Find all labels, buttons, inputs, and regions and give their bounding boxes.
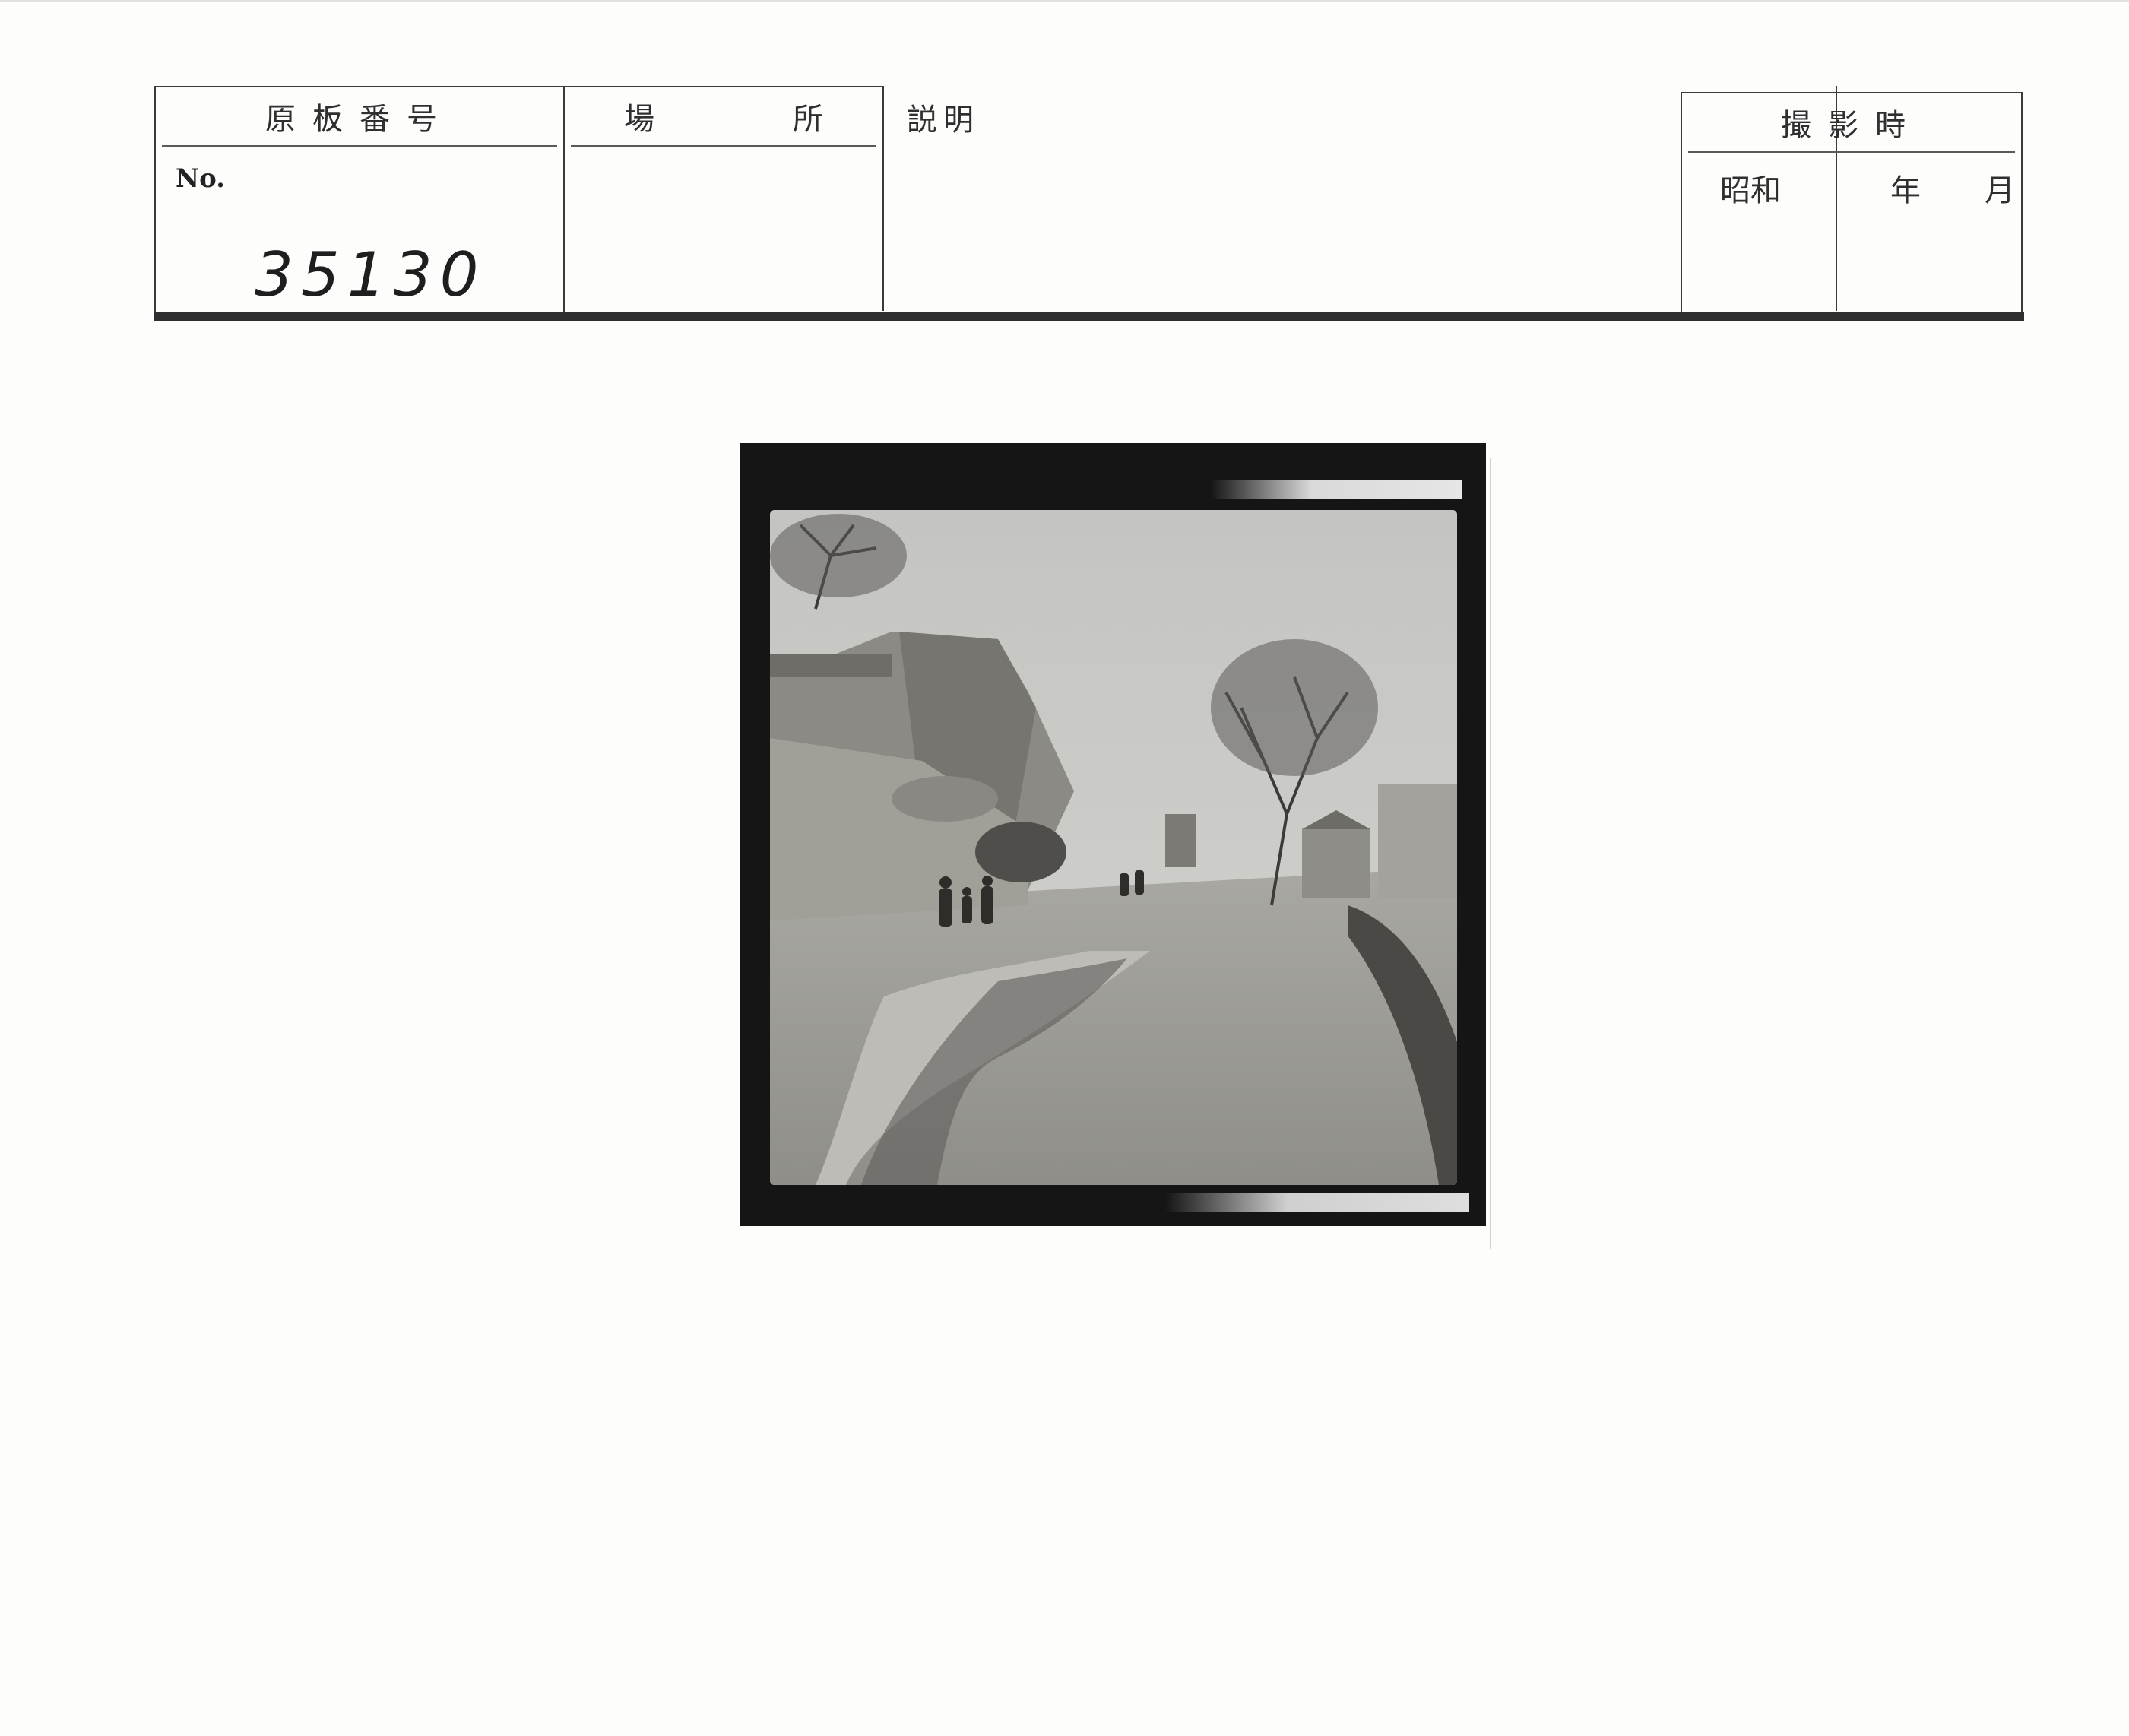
plate-number-cell: 原板番号 No. 35130 (154, 86, 563, 312)
month-label: 月 (1985, 173, 2015, 208)
plate-number-header: 原板番号 (162, 87, 557, 147)
place-header: 場 所 (571, 87, 876, 147)
archive-card: 原板番号 No. 35130 場 所 説明 撮影時 昭和 年 月 (0, 0, 2129, 1736)
place-header-right: 所 (793, 102, 823, 137)
photo-frame (740, 443, 1486, 1226)
hairline (1490, 458, 1491, 1249)
light-leak (1211, 480, 1462, 499)
header-form: 原板番号 No. 35130 場 所 説明 撮影時 昭和 年 月 (154, 86, 2024, 314)
photograph (770, 510, 1457, 1185)
place-cell: 場 所 (563, 86, 882, 312)
era-label: 昭和 (1720, 173, 1781, 208)
place-header-left: 場 (624, 102, 654, 137)
year-label: 年 (1890, 173, 1921, 208)
description-header: 説明 (907, 103, 980, 138)
shot-time-header: 撮影時 (1688, 93, 2015, 153)
photo-image (770, 510, 1457, 1185)
date-line: 昭和 年 月 (1720, 166, 2015, 210)
plate-number-value: 35130 (255, 239, 486, 310)
plate-no-label: No. (176, 163, 225, 194)
light-leak-bottom (1165, 1193, 1469, 1212)
header-rule (154, 312, 2024, 321)
shot-time-cell: 撮影時 昭和 年 月 (1681, 92, 2023, 314)
